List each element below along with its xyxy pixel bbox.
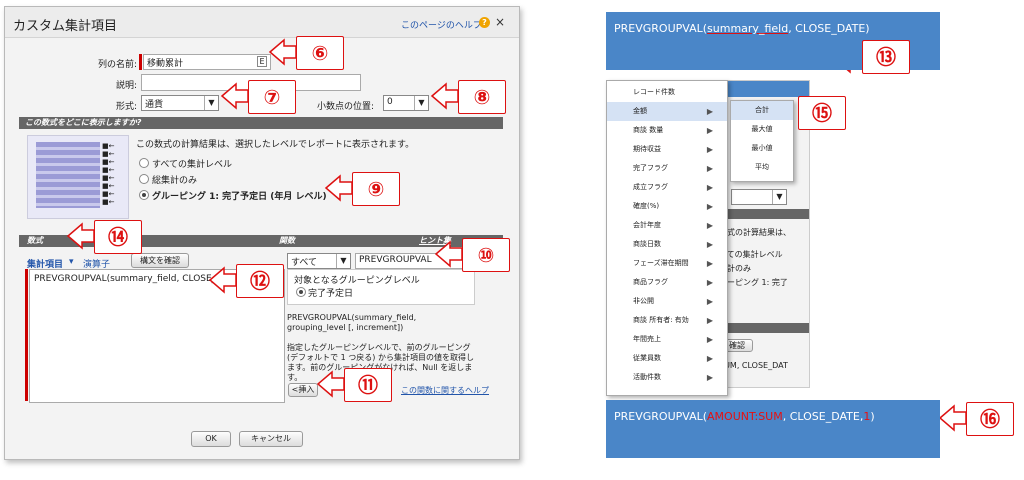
chevron-right-icon: ▶ — [706, 297, 713, 306]
callout-16: ⑯ — [966, 402, 1014, 436]
chevron-right-icon: ▶ — [706, 335, 713, 344]
callout-8: ⑧ — [458, 80, 506, 114]
arrow-8 — [430, 82, 459, 110]
menu-item-private[interactable]: 非公開 ▶ — [607, 292, 727, 311]
chevron-right-icon: ▶ — [706, 145, 713, 154]
menu-item-label: 完了フラグ — [633, 164, 668, 172]
menu-item-age[interactable]: 商談日数 ▶ — [607, 235, 727, 254]
menu-item-label: 会計年度 — [633, 221, 661, 229]
arrow-14 — [66, 222, 95, 250]
menu-item-label: 金額 — [633, 107, 647, 115]
menu-item-label: フェーズ滞在期間 — [633, 259, 689, 267]
menu-item-product-flag[interactable]: 商品フラグ ▶ — [607, 273, 727, 292]
background-dialog-header — [717, 81, 809, 97]
bottom-formula-amount: AMOUNT:SUM — [707, 410, 783, 423]
menu-item-label: レコード件数 — [633, 88, 675, 96]
menu-item-quantity[interactable]: 商談 数量 ▶ — [607, 121, 727, 140]
background-text-4: ルーピング 1: 完了 — [719, 278, 788, 287]
menu-item-label: 商談 数量 — [633, 126, 664, 134]
submenu-item-average[interactable]: 平均 — [731, 158, 793, 177]
menu-item-label: 商談 所有者: 有効 — [633, 316, 689, 324]
menu-item-closed-flag[interactable]: 完了フラグ ▶ — [607, 159, 727, 178]
summary-field-menu: レコード件数 金額 ▶ 商談 数量 ▶ 期待収益 ▶ 完了フラグ ▶ 成立フラグ ▶ 確度… — [606, 80, 728, 396]
bottom-formula-mid: , CLOSE_DATE, — [782, 410, 864, 423]
menu-item-employees[interactable]: 従業員数 ▶ — [607, 349, 727, 368]
top-formula-prefix: PREVGROUPVAL( — [614, 22, 708, 35]
chevron-right-icon: ▶ — [706, 259, 713, 268]
menu-item-owner-active[interactable]: 商談 所有者: 有効 ▶ — [607, 311, 727, 330]
arrow-10 — [434, 240, 463, 268]
chevron-right-icon: ▶ — [706, 221, 713, 230]
menu-item-label: 年間売上 — [633, 335, 661, 343]
menu-item-probability[interactable]: 確度(%) ▶ — [607, 197, 727, 216]
menu-item-label: 成立フラグ — [633, 183, 668, 191]
submenu-item-sum[interactable]: 合計 — [731, 101, 793, 120]
top-formula-suffix: , CLOSE_DATE) — [788, 22, 870, 35]
callout-15: ⑮ — [798, 96, 846, 130]
callout-14: ⑭ — [94, 220, 142, 254]
callout-7: ⑦ — [248, 80, 296, 114]
chevron-right-icon: ▶ — [706, 240, 713, 249]
menu-item-fiscal-year[interactable]: 会計年度 ▶ — [607, 216, 727, 235]
chevron-right-icon: ▶ — [706, 354, 713, 363]
callout-9: ⑨ — [352, 172, 400, 206]
chevron-right-icon: ▶ — [706, 316, 713, 325]
top-formula-text: PREVGROUPVAL(summary_field, CLOSE_DATE) — [614, 22, 870, 35]
chevron-right-icon: ▶ — [706, 202, 713, 211]
chevron-right-icon: ▶ — [706, 373, 713, 382]
callout-12: ⑫ — [236, 264, 284, 298]
top-formula-field: summary_field — [707, 22, 789, 35]
menu-item-label: 従業員数 — [633, 354, 661, 362]
menu-item-stage-duration[interactable]: フェーズ滞在期間 ▶ — [607, 254, 727, 273]
menu-item-record-count[interactable]: レコード件数 — [607, 83, 727, 102]
chevron-right-icon: ▶ — [706, 278, 713, 287]
background-section-bar — [717, 209, 809, 219]
arrow-11 — [316, 370, 345, 398]
menu-item-label: 商談日数 — [633, 240, 661, 248]
callout-11: ⑪ — [344, 368, 392, 402]
menu-item-amount[interactable]: 金額 ▶ — [607, 102, 727, 121]
background-section-bar-2 — [717, 323, 809, 333]
submenu-item-min[interactable]: 最小値 — [731, 139, 793, 158]
menu-item-annual-revenue[interactable]: 年間売上 ▶ — [607, 330, 727, 349]
menu-item-label: 期待収益 — [633, 145, 661, 153]
menu-item-label: 商品フラグ — [633, 278, 668, 286]
arrow-16 — [938, 404, 967, 432]
bottom-formula-prefix: PREVGROUPVAL( — [614, 410, 708, 423]
chevron-right-icon: ▶ — [706, 126, 713, 135]
arrow-9 — [324, 174, 353, 202]
aggregate-submenu: 合計 最大値 最小値 平均 — [730, 100, 794, 182]
background-select: ▼ — [731, 189, 787, 205]
callout-13: ⑬ — [862, 40, 910, 74]
menu-item-activity-count[interactable]: 活動件数 ▶ — [607, 368, 727, 387]
chevron-down-icon: ▼ — [772, 190, 786, 204]
callout-6: ⑥ — [296, 36, 344, 70]
chevron-right-icon: ▶ — [706, 164, 713, 173]
background-text-1: 数式の計算結果は、 — [719, 228, 791, 237]
arrow-6 — [268, 38, 297, 66]
menu-item-expected-revenue[interactable]: 期待収益 ▶ — [607, 140, 727, 159]
bottom-formula-text: PREVGROUPVAL(AMOUNT:SUM, CLOSE_DATE,1) — [614, 410, 875, 423]
bottom-formula-end: ) — [870, 410, 875, 423]
menu-item-label: 非公開 — [633, 297, 654, 305]
arrow-7 — [220, 82, 249, 110]
menu-item-label: 活動件数 — [633, 373, 661, 381]
callout-10: ⑩ — [462, 238, 510, 272]
menu-item-label: 確度(%) — [633, 202, 660, 210]
background-text-5: SUM, CLOSE_DAT — [719, 361, 788, 370]
bottom-formula-box: PREVGROUPVAL(AMOUNT:SUM, CLOSE_DATE,1) — [606, 400, 940, 458]
background-text-2: べての集計レベル — [719, 250, 783, 259]
chevron-right-icon: ▶ — [706, 107, 713, 116]
menu-item-won-flag[interactable]: 成立フラグ ▶ — [607, 178, 727, 197]
chevron-right-icon: ▶ — [706, 183, 713, 192]
submenu-item-max[interactable]: 最大値 — [731, 120, 793, 139]
arrow-12 — [208, 266, 237, 294]
